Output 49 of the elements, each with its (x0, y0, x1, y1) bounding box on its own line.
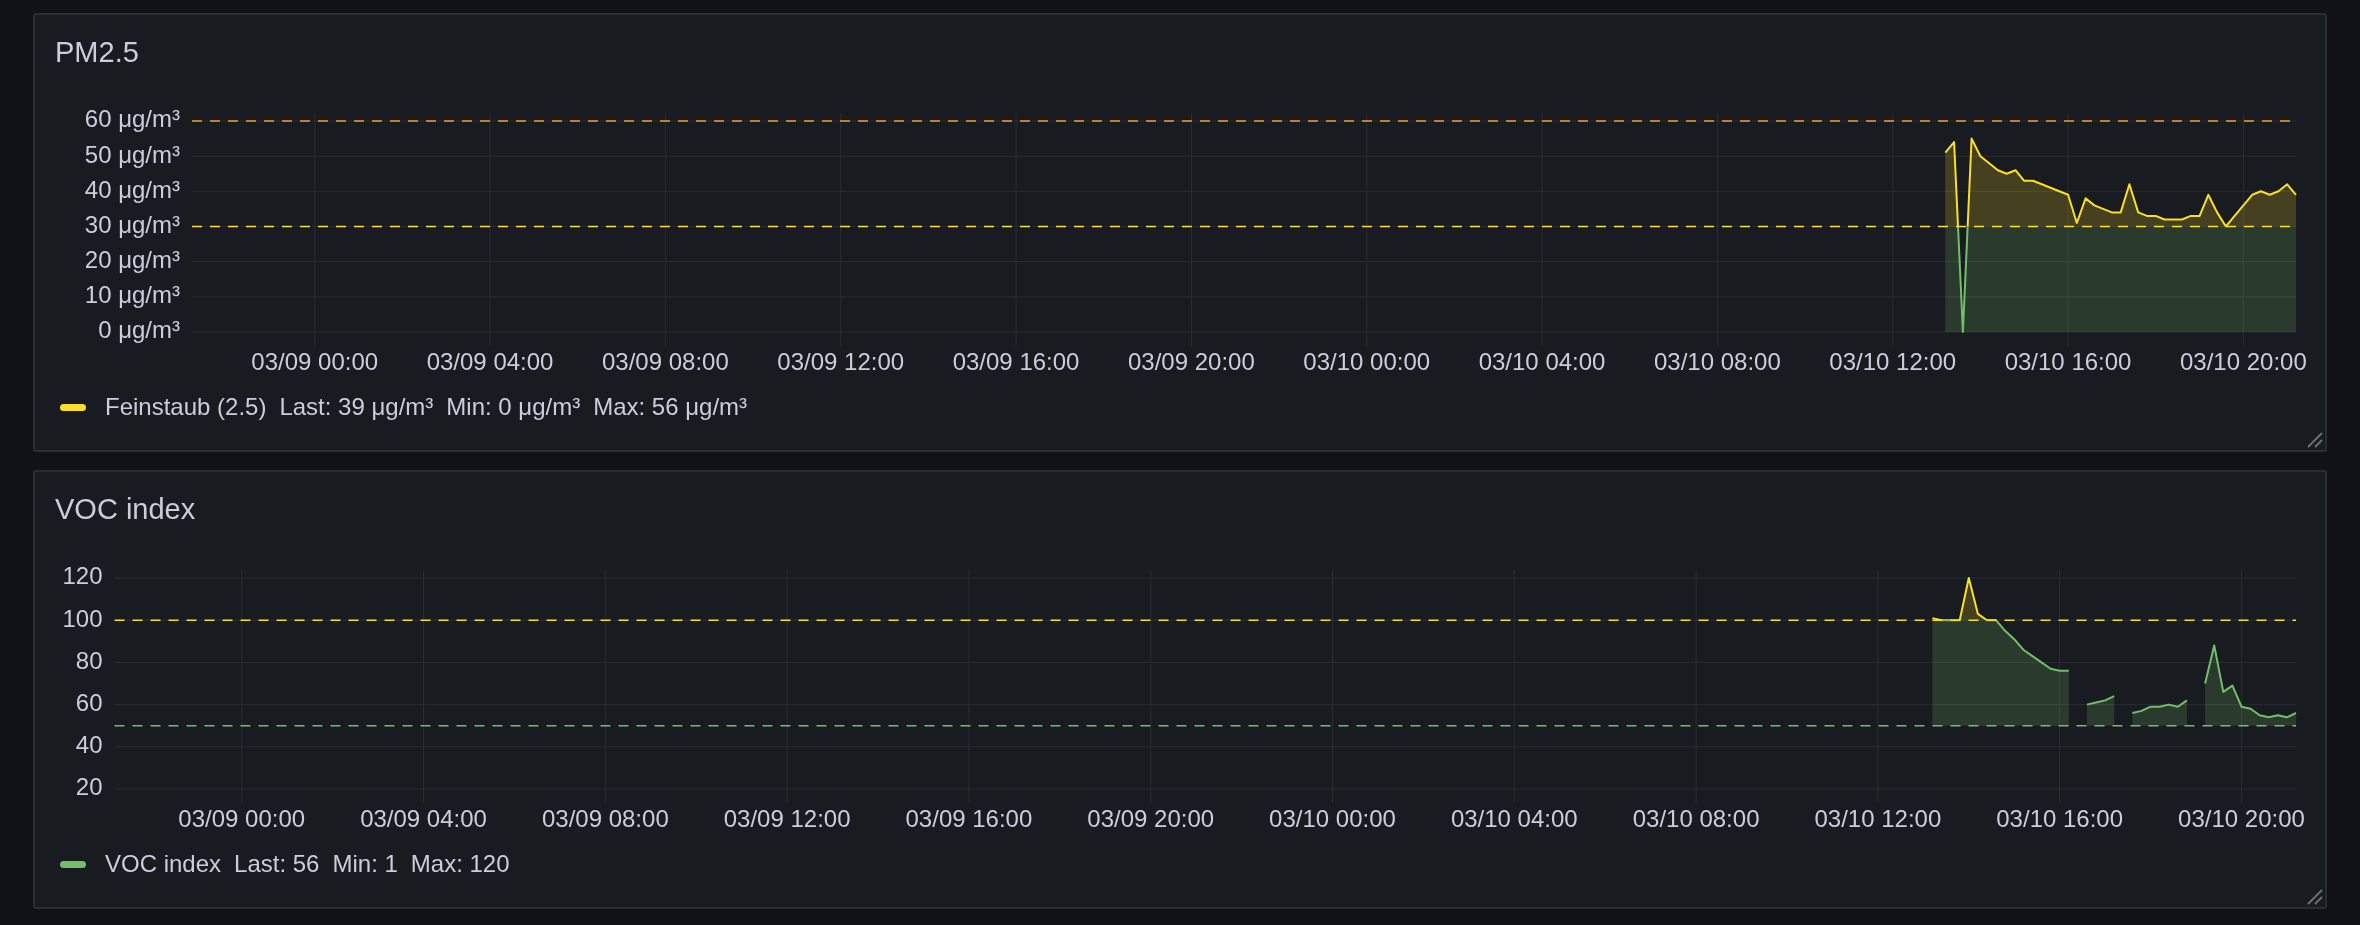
axis-tick-label: 03/10 04:00 (1450, 805, 1578, 833)
axis-tick-label: 03/10 08:00 (1654, 348, 1781, 376)
axis-tick-label: 03/09 20:00 (1087, 805, 1215, 833)
axis-tick-label: 03/09 00:00 (251, 348, 379, 376)
axis-tick-label: 03/09 04:00 (360, 805, 487, 833)
legend-stat: Last: 39 μg/m³ (279, 393, 434, 421)
axis-tick-label: 30 μg/m³ (84, 210, 180, 238)
axis-tick-label: 03/09 12:00 (777, 348, 905, 376)
axis-tick-label: 60 (75, 688, 103, 716)
axis-tick-label: 03/09 08:00 (541, 805, 669, 833)
resize-handle-icon[interactable] (2307, 889, 2323, 905)
axis-tick-label: 120 (62, 562, 103, 590)
axis-tick-label: 03/10 12:00 (1814, 805, 1942, 833)
axis-tick-label: 50 μg/m³ (84, 140, 180, 168)
legend-label[interactable]: Feinstaub (2.5) (105, 393, 267, 421)
axis-tick-label: 40 (75, 731, 103, 759)
axis-tick-label: 03/10 08:00 (1632, 805, 1760, 833)
axis-tick-label: 03/09 00:00 (178, 805, 306, 833)
axis-tick-label: 03/10 20:00 (2178, 805, 2305, 833)
panel-title: PM2.5 (54, 35, 140, 69)
axis-tick-label: 20 μg/m³ (84, 246, 180, 273)
axis-tick-label: 03/10 04:00 (1478, 348, 1606, 376)
legend-stat: Min: 0 μg/m³ (446, 393, 581, 421)
axis-tick-label: 10 μg/m³ (84, 281, 180, 309)
axis-tick-label: 03/09 16:00 (905, 805, 1033, 833)
legend-stat: Last: 56 (234, 850, 320, 878)
legend-stat: Max: 56 μg/m³ (593, 393, 748, 421)
axis-tick-label: 20 (75, 773, 103, 801)
legend-label[interactable]: VOC index (105, 850, 222, 878)
legend-stat: Max: 120 (410, 850, 510, 878)
legend-stat: Min: 1 (332, 850, 398, 878)
axis-tick-label: 03/10 20:00 (2180, 348, 2307, 376)
axis-tick-label: 03/10 16:00 (2004, 348, 2132, 376)
axis-tick-label: 40 μg/m³ (84, 175, 180, 203)
axis-tick-label: 03/09 20:00 (1128, 348, 1255, 376)
resize-handle-icon[interactable] (2307, 432, 2323, 448)
axis-tick-label: 03/09 16:00 (952, 348, 1080, 376)
axis-tick-label: 80 (75, 646, 103, 674)
axis-tick-label: 03/10 00:00 (1269, 805, 1396, 833)
axis-tick-label: 03/09 04:00 (426, 348, 554, 376)
axis-tick-label: 0 μg/m³ (98, 316, 180, 344)
panel-title: VOC index (54, 492, 197, 526)
axis-tick-label: 60 μg/m³ (84, 105, 180, 133)
axis-tick-label: 03/10 00:00 (1303, 348, 1431, 376)
axis-tick-label: 03/09 08:00 (602, 348, 729, 376)
axis-tick-label: 100 (62, 604, 103, 632)
axis-tick-label: 03/10 16:00 (1996, 805, 2124, 833)
axis-tick-label: 03/10 12:00 (1829, 348, 1957, 376)
axis-tick-label: 03/09 12:00 (723, 805, 851, 833)
